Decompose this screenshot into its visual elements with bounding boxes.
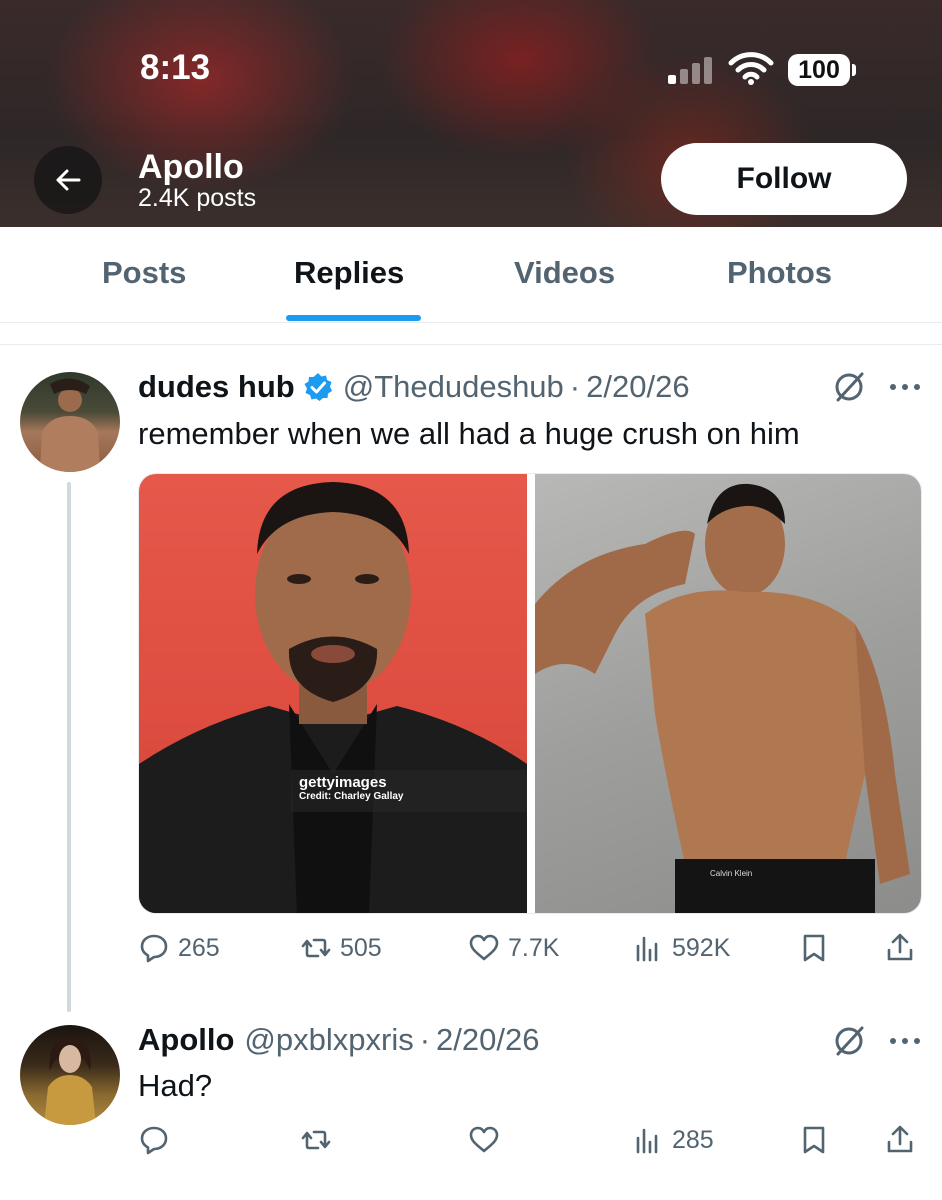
reply-button[interactable]: [138, 1124, 170, 1156]
tweet-media-grid[interactable]: gettyimages Credit: Charley Gallay Calvi…: [138, 473, 922, 914]
share-icon: [887, 1125, 913, 1153]
tweet-text: remember when we all had a huge crush on…: [138, 416, 800, 451]
reply-icon: [140, 934, 168, 963]
back-button[interactable]: [34, 146, 102, 214]
profile-name: Apollo: [138, 148, 244, 186]
tweet-date[interactable]: 2/20/26: [436, 1022, 539, 1058]
tab-videos[interactable]: Videos: [514, 255, 615, 291]
follow-button[interactable]: Follow: [661, 143, 907, 215]
author-name[interactable]: Apollo: [138, 1022, 234, 1058]
views-button[interactable]: 592K: [632, 932, 730, 964]
avatar-image: [40, 378, 100, 472]
watermark-brand: gettyimages: [299, 774, 387, 791]
repost-icon: [301, 1130, 331, 1150]
bookmark-icon: [803, 1126, 825, 1154]
repost-icon: [301, 938, 331, 958]
watermark-credit: Credit: Charley Gallay: [299, 791, 404, 802]
tab-posts[interactable]: Posts: [102, 255, 186, 291]
author-handle[interactable]: @pxblxpxris: [244, 1022, 413, 1058]
more-icon[interactable]: [888, 382, 922, 392]
reply-button[interactable]: 265: [138, 932, 220, 964]
tweet-actions: 265 505 7.7K 592K: [138, 932, 922, 972]
profile-tabs: Posts Replies Videos Photos: [0, 227, 942, 323]
wifi-icon: [728, 52, 774, 85]
repost-count: 505: [340, 933, 382, 962]
tweet-header: dudes hub @Thedudeshub · 2/20/26: [138, 367, 690, 407]
grok-icon[interactable]: [832, 370, 866, 404]
separator-dot: ·: [419, 1022, 431, 1057]
signal-icon: [668, 56, 716, 84]
reply-count: 265: [178, 933, 220, 962]
views-count: 592K: [672, 933, 731, 962]
waistband-text: Calvin Klein: [710, 869, 752, 878]
shirtless-photo-illustration: Calvin Klein: [535, 483, 910, 913]
tweet-date[interactable]: 2/20/26: [586, 369, 689, 405]
views-button[interactable]: 285: [632, 1124, 714, 1156]
bookmark-button[interactable]: [798, 932, 830, 964]
separator-dot: ·: [569, 369, 581, 404]
reply-icon: [140, 1126, 168, 1155]
more-icon[interactable]: [888, 1036, 922, 1046]
views-count: 285: [672, 1125, 714, 1154]
like-button[interactable]: 7.7K: [468, 932, 559, 964]
like-count: 7.7K: [508, 933, 560, 962]
verified-badge-icon: [304, 373, 332, 401]
share-button[interactable]: [884, 1124, 916, 1156]
author-name[interactable]: dudes hub: [138, 369, 295, 405]
bookmark-icon: [803, 934, 825, 962]
media-photo-1[interactable]: gettyimages Credit: Charley Gallay: [139, 474, 527, 913]
repost-button[interactable]: 505: [300, 932, 382, 964]
bookmark-button[interactable]: [798, 1124, 830, 1156]
avatar[interactable]: [20, 1025, 120, 1125]
avatar-image: [44, 1037, 96, 1125]
tweet-header: Apollo @pxblxpxris · 2/20/26: [138, 1020, 539, 1060]
battery-icon: 100: [788, 54, 856, 86]
share-button[interactable]: [884, 932, 916, 964]
profile-post-count: 2.4K posts: [138, 184, 257, 212]
back-arrow-icon: [56, 169, 81, 191]
profile-banner: 8:13 100 Apollo 2.4K posts Follow: [0, 0, 942, 227]
portrait-illustration: [139, 482, 527, 913]
like-icon: [469, 1126, 499, 1153]
getty-watermark: gettyimages Credit: Charley Gallay: [291, 770, 527, 812]
share-icon: [887, 933, 913, 961]
avatar[interactable]: [20, 372, 120, 472]
like-button[interactable]: [468, 1124, 500, 1156]
tweet-actions: 285: [138, 1124, 922, 1164]
views-icon: [636, 1128, 658, 1154]
status-time: 8:13: [140, 48, 211, 87]
grok-icon[interactable]: [832, 1024, 866, 1058]
tab-replies[interactable]: Replies: [294, 255, 404, 291]
active-tab-indicator: [286, 315, 421, 321]
author-handle[interactable]: @Thedudeshub: [343, 369, 564, 405]
repost-button[interactable]: [300, 1124, 332, 1156]
tweet-text: Had?: [138, 1068, 213, 1103]
section-divider: [0, 344, 942, 345]
views-icon: [636, 936, 658, 962]
thread-line: [67, 482, 71, 1012]
tab-photos[interactable]: Photos: [727, 255, 832, 291]
media-photo-2[interactable]: Calvin Klein: [535, 474, 921, 913]
like-icon: [469, 934, 499, 961]
